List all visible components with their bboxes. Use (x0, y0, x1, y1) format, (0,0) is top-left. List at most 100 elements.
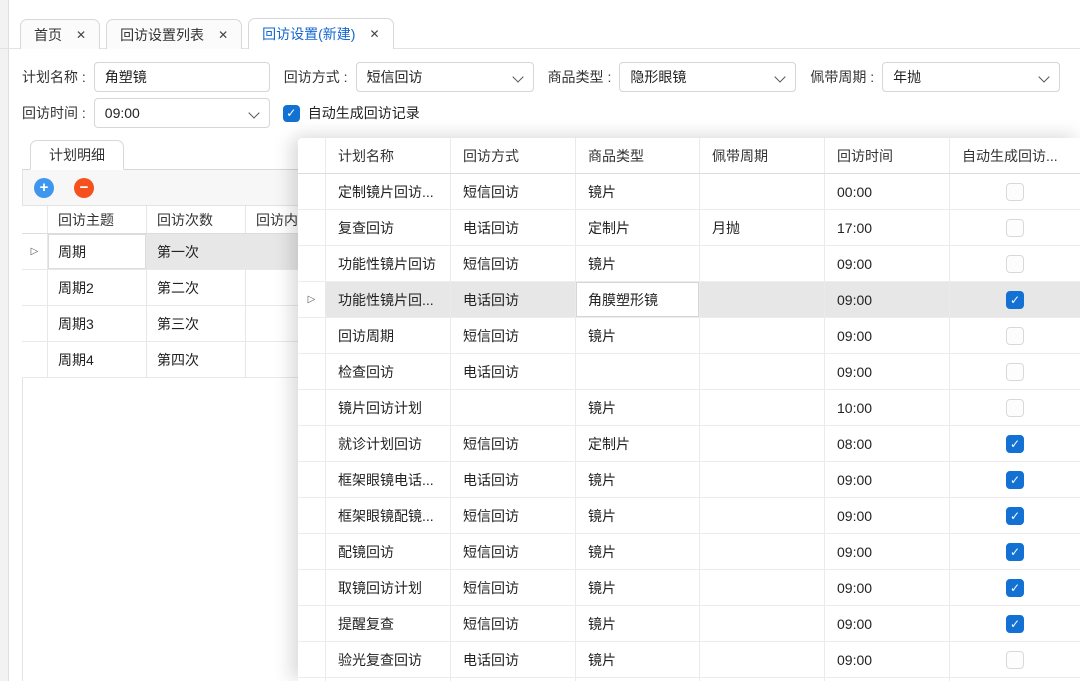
cell-visit-method[interactable]: 电话回访 (450, 462, 575, 497)
cell-visit-method[interactable]: 短信回访 (450, 174, 575, 209)
auto-record-checkbox[interactable] (1006, 363, 1024, 381)
cell-plan-name[interactable]: 框架眼镜配镜... (325, 498, 450, 533)
product-type-select[interactable]: 隐形眼镜 (619, 62, 796, 92)
column-header-plan-name[interactable]: 计划名称 (325, 138, 450, 173)
cell-visit-method[interactable] (450, 390, 575, 425)
cell-product-type[interactable]: 角膜塑形镜 (575, 282, 699, 317)
column-header-content[interactable]: 回访内容 (245, 206, 298, 233)
table-row[interactable]: 就诊计划回访短信回访定制片08:00✓ (298, 426, 1080, 462)
cell-visit-method[interactable]: 电话回访 (450, 354, 575, 389)
cell-count[interactable]: 第二次 (146, 270, 245, 305)
cell-plan-name[interactable]: 验光复查回访 (325, 642, 450, 677)
auto-record-checkbox[interactable]: ✓ (1006, 435, 1024, 453)
wear-cycle-select[interactable]: 年抛 (882, 62, 1060, 92)
cell-product-type[interactable]: 定制片 (575, 426, 699, 461)
cell-product-type[interactable] (575, 354, 699, 389)
cell-visit-method[interactable]: 短信回访 (450, 606, 575, 641)
row-expander-icon[interactable]: ▷ (308, 295, 316, 305)
cell-count[interactable]: 第一次 (146, 234, 245, 269)
auto-record-checkbox[interactable]: ✓ (283, 105, 300, 122)
cell-product-type[interactable]: 镜片 (575, 534, 699, 569)
auto-record-checkbox[interactable]: ✓ (1006, 507, 1024, 525)
add-row-button[interactable]: + (34, 178, 54, 198)
cell-product-type[interactable]: 镜片 (575, 606, 699, 641)
cell-plan-name[interactable]: 提醒复查 (325, 606, 450, 641)
cell-plan-name[interactable]: 功能性镜片回... (325, 282, 450, 317)
cell-product-type[interactable]: 镜片 (575, 390, 699, 425)
tab-home[interactable]: 首页 ✕ (20, 19, 100, 49)
auto-record-checkbox[interactable] (1006, 183, 1024, 201)
cell-visit-time[interactable]: 09:00 (824, 498, 949, 533)
close-icon[interactable]: ✕ (369, 28, 379, 40)
column-header-auto-record[interactable]: 自动生成回访... (949, 138, 1080, 173)
auto-record-checkbox[interactable] (1006, 255, 1024, 273)
visit-method-select[interactable]: 短信回访 (356, 62, 534, 92)
cell-plan-name[interactable]: 就诊计划回访 (325, 426, 450, 461)
cell-wear-cycle[interactable] (699, 570, 824, 605)
close-icon[interactable]: ✕ (76, 29, 86, 41)
cell-wear-cycle[interactable] (699, 606, 824, 641)
cell-wear-cycle[interactable] (699, 282, 824, 317)
table-row[interactable]: 提醒复查短信回访镜片 09:00 ✓ (298, 606, 1080, 642)
cell-count[interactable]: 第三次 (146, 306, 245, 341)
cell-plan-name[interactable]: 取镜回访计划 (325, 570, 450, 605)
auto-record-checkbox[interactable]: ✓ (1006, 579, 1024, 597)
table-row[interactable]: ▷功能性镜片回...电话回访角膜塑形镜09:00✓ (298, 282, 1080, 318)
row-expander-icon[interactable]: ▷ (31, 247, 39, 257)
cell-wear-cycle[interactable] (699, 426, 824, 461)
cell-count[interactable]: 第四次 (146, 342, 245, 377)
column-header-wear-cycle[interactable]: 佩带周期 (699, 138, 824, 173)
table-row[interactable]: 镜片回访计划 镜片 10:00 (298, 390, 1080, 426)
table-row[interactable]: 定制镜片回访...短信回访镜片00:00 (298, 174, 1080, 210)
cell-visit-time[interactable]: 09:00 (824, 462, 949, 497)
cell-wear-cycle[interactable] (699, 534, 824, 569)
cell-wear-cycle[interactable] (699, 498, 824, 533)
cell-visit-time[interactable]: 09:00 (824, 282, 949, 317)
cell-wear-cycle[interactable] (699, 462, 824, 497)
table-row[interactable]: 周期2第二次 (22, 270, 298, 306)
tab-plan-detail[interactable]: 计划明细 (30, 140, 124, 170)
cell-visit-time[interactable]: 09:00 (824, 570, 949, 605)
auto-record-checkbox[interactable]: ✓ (1006, 543, 1024, 561)
cell-visit-time[interactable]: 10:00 (824, 390, 949, 425)
cell-visit-method[interactable]: 短信回访 (450, 246, 575, 281)
auto-record-checkbox[interactable]: ✓ (1006, 471, 1024, 489)
cell-content[interactable] (245, 234, 298, 269)
cell-subject[interactable]: 周期2 (47, 270, 146, 305)
cell-product-type[interactable]: 镜片 (575, 642, 699, 677)
cell-visit-method[interactable]: 短信回访 (450, 318, 575, 353)
auto-record-checkbox[interactable] (1006, 651, 1024, 669)
table-row[interactable]: 取镜回访计划短信回访镜片09:00✓ (298, 570, 1080, 606)
cell-product-type[interactable]: 镜片 (575, 498, 699, 533)
cell-subject[interactable]: 周期3 (47, 306, 146, 341)
cell-wear-cycle[interactable] (699, 354, 824, 389)
cell-plan-name[interactable]: 镜片回访计划 (325, 390, 450, 425)
cell-visit-method[interactable]: 短信回访 (450, 534, 575, 569)
cell-wear-cycle[interactable] (699, 318, 824, 353)
column-header-count[interactable]: 回访次数 (146, 206, 245, 233)
cell-wear-cycle[interactable] (699, 246, 824, 281)
cell-plan-name[interactable]: 框架眼镜电话... (325, 462, 450, 497)
cell-visit-method[interactable]: 电话回访 (450, 282, 575, 317)
cell-plan-name[interactable]: 配镜回访 (325, 534, 450, 569)
cell-subject[interactable]: 周期4 (47, 342, 146, 377)
plan-name-field[interactable] (94, 62, 270, 92)
cell-visit-method[interactable]: 电话回访 (450, 210, 575, 245)
cell-wear-cycle[interactable] (699, 642, 824, 677)
remove-row-button[interactable]: − (74, 178, 94, 198)
cell-subject[interactable]: 周期 (47, 234, 146, 269)
column-header-subject[interactable]: 回访主题 (47, 206, 146, 233)
cell-visit-time[interactable]: 09:00 (824, 246, 949, 281)
cell-wear-cycle[interactable] (699, 390, 824, 425)
column-header-visit-method[interactable]: 回访方式 (450, 138, 575, 173)
cell-visit-time[interactable]: 09:00 (824, 606, 949, 641)
cell-visit-time[interactable]: 09:00 (824, 642, 949, 677)
cell-visit-time[interactable]: 08:00 (824, 426, 949, 461)
cell-visit-time[interactable]: 09:00 (824, 354, 949, 389)
cell-visit-time[interactable]: 09:00 (824, 318, 949, 353)
tab-visit-settings-new[interactable]: 回访设置(新建) ✕ (248, 18, 393, 49)
column-header-product-type[interactable]: 商品类型 (575, 138, 699, 173)
auto-record-checkbox[interactable]: ✓ (1006, 615, 1024, 633)
cell-plan-name[interactable]: 复查回访 (325, 210, 450, 245)
cell-product-type[interactable]: 定制片 (575, 210, 699, 245)
